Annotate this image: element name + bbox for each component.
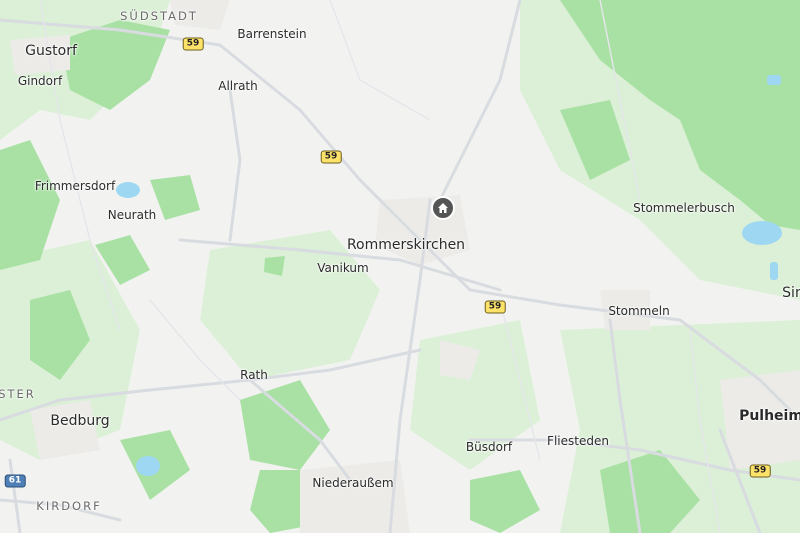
place-label-frimmersdorf: Frimmersdorf [34,179,116,193]
home-icon [438,203,448,213]
road-shield-b59: 59 [484,300,506,314]
map[interactable]: SÜDSTADT Gustorf Barrenstein Gindorf All… [0,0,800,533]
place-label-bedburg: Bedburg [50,413,110,429]
place-label-rath: Rath [240,368,268,382]
place-label-sin-partial: Sin [782,285,800,301]
place-label-neurath: Neurath [107,208,157,222]
place-label-rommerskirchen: Rommerskirchen [346,237,466,253]
place-label-vanikum: Vanikum [317,261,369,275]
place-label-fliesteden: Fliesteden [547,434,609,448]
map-base [0,0,800,533]
place-label-allrath: Allrath [218,79,258,93]
place-label-suedstadt: SÜDSTADT [120,9,198,23]
place-label-pulheim: Pulheim [739,408,800,424]
road-shield-b59: 59 [182,37,204,51]
place-label-niederaussem: Niederaußem [312,476,394,490]
place-label-gindorf: Gindorf [17,74,63,88]
road-shield-b59: 59 [749,464,771,478]
place-label-ster-partial: STER [0,387,36,401]
home-marker[interactable] [431,196,455,220]
road-shield-b59: 59 [320,150,342,164]
road-shield-a61: 61 [4,474,26,488]
place-label-stommeln: Stommeln [608,304,670,318]
place-label-stommelerbusch: Stommelerbusch [633,201,735,215]
place-label-barrenstein: Barrenstein [237,27,307,41]
place-label-kirdorf: KIRDORF [36,499,102,513]
place-label-gustorf: Gustorf [25,43,77,59]
place-label-buesdorf: Büsdorf [465,440,513,454]
